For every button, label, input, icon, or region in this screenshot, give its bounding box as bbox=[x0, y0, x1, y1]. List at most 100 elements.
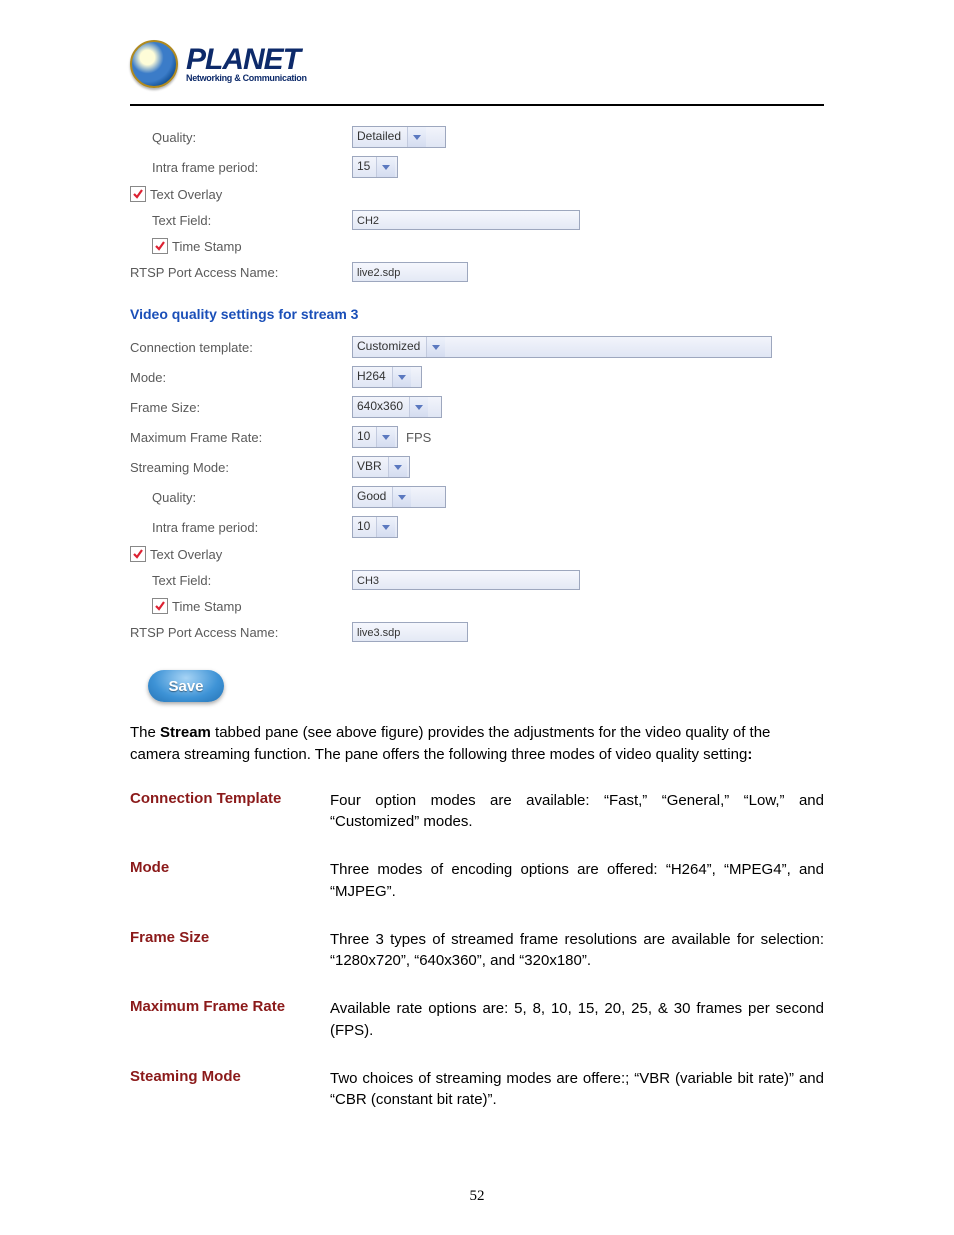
intra-label: Intra frame period: bbox=[152, 160, 352, 175]
timestamp-label: Time Stamp bbox=[172, 239, 242, 254]
def-term: Frame Size bbox=[130, 929, 330, 973]
header-divider bbox=[130, 104, 824, 106]
frame-size-value: 640x360 bbox=[353, 397, 409, 417]
text-overlay-label: Text Overlay bbox=[150, 187, 222, 202]
frame-size-select[interactable]: 640x360 bbox=[352, 396, 442, 418]
mode-row: Mode: H264 bbox=[130, 366, 824, 388]
def-term: Steaming Mode bbox=[130, 1068, 330, 1112]
quality-label: Quality: bbox=[152, 130, 352, 145]
def-row: Frame Size Three 3 types of streamed fra… bbox=[130, 929, 824, 973]
def-term: Maximum Frame Rate bbox=[130, 998, 330, 1042]
streaming-mode-select[interactable]: VBR bbox=[352, 456, 410, 478]
streaming-mode-label: Streaming Mode: bbox=[130, 460, 352, 475]
rtsp-input[interactable]: live2.sdp bbox=[352, 262, 468, 282]
chevron-down-icon bbox=[426, 337, 445, 357]
definitions-list: Connection Template Four option modes ar… bbox=[130, 790, 824, 1112]
def-desc: Four option modes are available: “Fast,”… bbox=[330, 790, 824, 834]
timestamp3-label: Time Stamp bbox=[172, 599, 242, 614]
text-overlay3-label: Text Overlay bbox=[150, 547, 222, 562]
timestamp3-checkbox[interactable] bbox=[152, 598, 168, 614]
chevron-down-icon bbox=[407, 127, 426, 147]
page-header: PLANET Networking & Communication bbox=[0, 0, 954, 88]
settings-form: Quality: Detailed Intra frame period: 15… bbox=[130, 126, 824, 702]
def-desc: Two choices of streaming modes are offer… bbox=[330, 1068, 824, 1112]
frame-size-label: Frame Size: bbox=[130, 400, 352, 415]
conn-template-value: Customized bbox=[353, 337, 426, 357]
def-row: Connection Template Four option modes ar… bbox=[130, 790, 824, 834]
logo: PLANET Networking & Communication bbox=[130, 40, 954, 88]
conn-template-label: Connection template: bbox=[130, 340, 352, 355]
chevron-down-icon bbox=[376, 427, 395, 447]
quality3-row: Quality: Good bbox=[130, 486, 824, 508]
save-button[interactable]: Save bbox=[148, 670, 224, 702]
chevron-down-icon bbox=[376, 517, 395, 537]
def-desc: Three 3 types of streamed frame resoluti… bbox=[330, 929, 824, 973]
def-term: Connection Template bbox=[130, 790, 330, 834]
quality-row: Quality: Detailed bbox=[130, 126, 824, 148]
streaming-mode-value: VBR bbox=[353, 457, 388, 477]
def-desc: Available rate options are: 5, 8, 10, 15… bbox=[330, 998, 824, 1042]
text-field3-row: Text Field: CH3 bbox=[130, 570, 824, 590]
quality-value: Detailed bbox=[353, 127, 407, 147]
page-number: 52 bbox=[0, 1188, 954, 1205]
conn-template-row: Connection template: Customized bbox=[130, 336, 824, 358]
quality-select[interactable]: Detailed bbox=[352, 126, 446, 148]
max-rate-value: 10 bbox=[353, 427, 376, 447]
def-desc: Three modes of encoding options are offe… bbox=[330, 859, 824, 903]
mode-value: H264 bbox=[353, 367, 392, 387]
intra3-row: Intra frame period: 10 bbox=[130, 516, 824, 538]
mode-label: Mode: bbox=[130, 370, 352, 385]
text-overlay3-checkbox[interactable] bbox=[130, 546, 146, 562]
rtsp3-label: RTSP Port Access Name: bbox=[130, 625, 352, 640]
frame-size-row: Frame Size: 640x360 bbox=[130, 396, 824, 418]
timestamp-checkbox[interactable] bbox=[152, 238, 168, 254]
body-text-b: Stream bbox=[160, 724, 211, 741]
def-row: Maximum Frame Rate Available rate option… bbox=[130, 998, 824, 1042]
intra3-select[interactable]: 10 bbox=[352, 516, 398, 538]
chevron-down-icon bbox=[392, 487, 411, 507]
chevron-down-icon bbox=[376, 157, 395, 177]
mode-select[interactable]: H264 bbox=[352, 366, 422, 388]
logo-name: PLANET bbox=[186, 46, 307, 73]
text-field3-input[interactable]: CH3 bbox=[352, 570, 580, 590]
rtsp3-row: RTSP Port Access Name: live3.sdp bbox=[130, 622, 824, 642]
rtsp-row: RTSP Port Access Name: live2.sdp bbox=[130, 262, 824, 282]
rtsp3-input[interactable]: live3.sdp bbox=[352, 622, 468, 642]
logo-tagline: Networking & Communication bbox=[186, 73, 307, 83]
def-term: Mode bbox=[130, 859, 330, 903]
intra-value: 15 bbox=[353, 157, 376, 177]
text-field-label: Text Field: bbox=[152, 213, 352, 228]
timestamp3-row: Time Stamp bbox=[130, 598, 824, 614]
quality3-value: Good bbox=[353, 487, 392, 507]
planet-globe-icon bbox=[130, 40, 178, 88]
intra3-value: 10 bbox=[353, 517, 376, 537]
intra3-label: Intra frame period: bbox=[152, 520, 352, 535]
quality3-select[interactable]: Good bbox=[352, 486, 446, 508]
intra-row: Intra frame period: 15 bbox=[130, 156, 824, 178]
text-field3-label: Text Field: bbox=[152, 573, 352, 588]
max-rate-suffix: FPS bbox=[406, 430, 431, 445]
text-field-row: Text Field: CH2 bbox=[130, 210, 824, 230]
body-text-a: The bbox=[130, 724, 160, 741]
text-overlay3-row: Text Overlay bbox=[130, 546, 824, 562]
body-paragraph: The Stream tabbed pane (see above figure… bbox=[130, 722, 824, 766]
text-overlay-row: Text Overlay bbox=[130, 186, 824, 202]
stream3-heading: Video quality settings for stream 3 bbox=[130, 306, 824, 322]
def-row: Steaming Mode Two choices of streaming m… bbox=[130, 1068, 824, 1112]
chevron-down-icon bbox=[392, 367, 411, 387]
text-overlay-checkbox[interactable] bbox=[130, 186, 146, 202]
streaming-mode-row: Streaming Mode: VBR bbox=[130, 456, 824, 478]
max-rate-row: Maximum Frame Rate: 10 FPS bbox=[130, 426, 824, 448]
max-rate-label: Maximum Frame Rate: bbox=[130, 430, 352, 445]
text-field-input[interactable]: CH2 bbox=[352, 210, 580, 230]
body-text-d: : bbox=[747, 746, 752, 763]
chevron-down-icon bbox=[409, 397, 428, 417]
rtsp-label: RTSP Port Access Name: bbox=[130, 265, 352, 280]
intra-select[interactable]: 15 bbox=[352, 156, 398, 178]
chevron-down-icon bbox=[388, 457, 407, 477]
max-rate-select[interactable]: 10 bbox=[352, 426, 398, 448]
conn-template-select[interactable]: Customized bbox=[352, 336, 772, 358]
def-row: Mode Three modes of encoding options are… bbox=[130, 859, 824, 903]
timestamp-row: Time Stamp bbox=[130, 238, 824, 254]
body-text-c: tabbed pane (see above figure) provides … bbox=[130, 724, 770, 763]
